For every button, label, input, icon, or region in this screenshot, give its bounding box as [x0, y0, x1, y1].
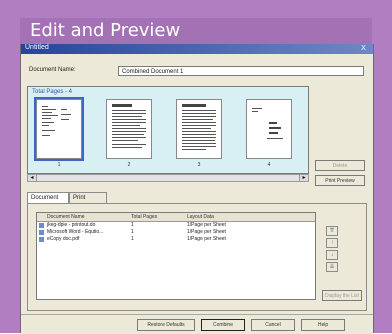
- dialog-title: Untitled: [25, 44, 49, 51]
- thumbnail-panel: Total Pages - 4 1 2 3 4: [27, 86, 309, 174]
- page-thumbnail-1[interactable]: [34, 97, 84, 161]
- scroll-right-icon[interactable]: ▸: [299, 175, 308, 181]
- scroll-left-icon[interactable]: ◂: [28, 175, 37, 181]
- page-thumbnail-4[interactable]: [246, 99, 292, 159]
- document-icon: [39, 223, 44, 228]
- document-name-label: Document Name:: [29, 67, 76, 73]
- slide-title: Edit and Preview: [30, 20, 181, 41]
- page-thumbnail-2[interactable]: [106, 99, 152, 159]
- page-number: 4: [267, 162, 271, 168]
- table-row[interactable]: eCopy doc.pdf 1 1/Page per Sheet: [37, 236, 315, 243]
- delete-button[interactable]: Delete: [315, 160, 365, 171]
- restore-defaults-button[interactable]: Restore Defaults: [137, 319, 195, 331]
- table-row[interactable]: Microsoft Word - Equtio... 1 1/Page per …: [37, 229, 315, 236]
- dialog-button-bar: Restore Defaults Combine Cancel Help: [21, 314, 373, 334]
- help-button[interactable]: Help: [301, 319, 345, 331]
- column-header[interactable]: Total Pages: [131, 213, 157, 221]
- page-number: 2: [127, 162, 131, 168]
- document-list-table[interactable]: Document Name Total Pages Layout Data jk…: [36, 212, 316, 300]
- page-number: 1: [57, 162, 61, 168]
- move-down-icon[interactable]: ↓: [326, 250, 338, 260]
- table-row[interactable]: jkeg-dpie - printout.do 1 1/Page per She…: [37, 222, 315, 229]
- print-preview-button[interactable]: Print Preview: [315, 175, 365, 186]
- move-top-icon[interactable]: ⇈: [326, 226, 338, 236]
- close-icon[interactable]: X: [357, 45, 370, 53]
- document-list-panel: Document Name Total Pages Layout Data jk…: [27, 203, 367, 311]
- page-thumbnail-3[interactable]: [176, 99, 222, 159]
- edit-preview-dialog: Untitled X Document Name: Combined Docum…: [20, 44, 374, 334]
- move-bottom-icon[interactable]: ⇊: [326, 262, 338, 272]
- document-icon: [39, 230, 44, 235]
- thumbnail-scrollbar[interactable]: ◂ ▸: [27, 174, 309, 182]
- document-icon: [39, 237, 44, 242]
- tab-print-settings[interactable]: Print Settings: [69, 192, 107, 212]
- tab-document-list[interactable]: Document List: [27, 192, 69, 212]
- column-header[interactable]: Document Name: [47, 213, 85, 221]
- column-header[interactable]: Layout Data: [187, 213, 214, 221]
- dialog-titlebar: Untitled X: [21, 44, 373, 54]
- move-up-icon[interactable]: ↑: [326, 238, 338, 248]
- cancel-button[interactable]: Cancel: [251, 319, 295, 331]
- page-number: 3: [197, 162, 201, 168]
- document-name-input[interactable]: Combined Document 1: [118, 66, 364, 76]
- slide-banner: Edit and Preview: [20, 18, 372, 44]
- combine-button[interactable]: Combine: [201, 319, 245, 331]
- total-pages-label: Total Pages - 4: [32, 89, 73, 95]
- table-header: Document Name Total Pages Layout Data: [37, 213, 315, 222]
- display-list-button[interactable]: Display the List: [322, 290, 362, 301]
